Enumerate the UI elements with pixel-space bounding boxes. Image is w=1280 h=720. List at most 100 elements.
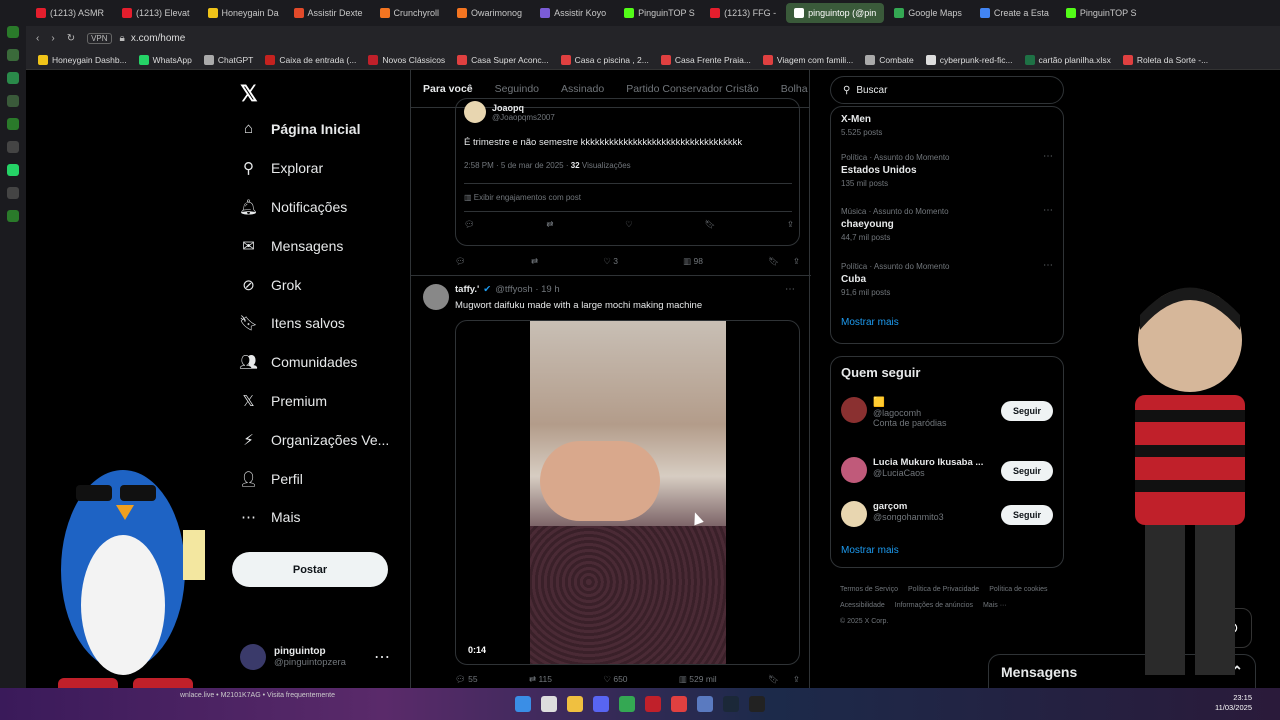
- timeline-tab[interactable]: Para você: [423, 83, 473, 95]
- bookmark-item[interactable]: Honeygain Dashb...: [38, 54, 127, 65]
- follow-button[interactable]: Seguir: [1001, 461, 1053, 481]
- bookmark-item[interactable]: Roleta da Sorte -...: [1122, 54, 1208, 65]
- bookmark-item[interactable]: ChatGPT: [203, 54, 253, 65]
- clock[interactable]: 23:15 11/03/2025: [1215, 693, 1252, 713]
- timeline-tab[interactable]: Partido Conservador Cristão: [626, 83, 758, 95]
- nav-item-grok[interactable]: ⊘ Grok: [240, 276, 301, 294]
- retweet-button[interactable]: ⇄ 115: [529, 674, 552, 685]
- bookmark-icon[interactable]: 🔖︎: [704, 219, 715, 230]
- more-icon[interactable]: ⋯: [374, 647, 390, 667]
- browser-tab[interactable]: PinguinTOP S: [616, 3, 700, 23]
- app-icon[interactable]: [697, 696, 713, 712]
- chrome-icon[interactable]: [619, 696, 635, 712]
- timeline-tab[interactable]: Bolha A: [781, 83, 809, 95]
- bookmark-item[interactable]: WhatsApp: [138, 54, 192, 65]
- search-icon[interactable]: [541, 696, 557, 712]
- like-button[interactable]: ♡ 3: [603, 256, 618, 267]
- more-icon[interactable]: ⋯: [785, 284, 795, 295]
- trend-item[interactable]: Política · Assunto do Momento Estados Uni…: [841, 153, 950, 188]
- browser-tab[interactable]: Owarimonog: [449, 3, 530, 23]
- more-icon[interactable]: ⋯: [1043, 260, 1053, 271]
- retweet-icon[interactable]: ⇄: [531, 256, 538, 267]
- bookmark-item[interactable]: Combate: [865, 54, 914, 65]
- like-icon[interactable]: ♡: [625, 219, 633, 230]
- timeline-tab[interactable]: Seguindo: [495, 83, 539, 95]
- trend-item[interactable]: Música · Assunto do Momento chaeyoung 44,7…: [841, 207, 949, 242]
- browser-tab[interactable]: Assistir Koyo: [532, 3, 614, 23]
- bookmark-item[interactable]: Casa Frente Praia...: [660, 54, 751, 65]
- url-text[interactable]: x.com/home: [131, 33, 185, 44]
- nav-item-página-inicial[interactable]: ⌂ Página Inicial: [240, 120, 361, 137]
- views-button[interactable]: ▥ 98: [683, 256, 703, 267]
- app-icon[interactable]: [749, 696, 765, 712]
- browser-tab[interactable]: (1213) FFG -: [702, 3, 784, 23]
- app-icon[interactable]: [7, 95, 19, 107]
- follow-button[interactable]: Seguir: [1001, 505, 1053, 525]
- folder-icon[interactable]: [567, 696, 583, 712]
- footer-link[interactable]: Mais ···: [983, 598, 1007, 614]
- app-icon[interactable]: [7, 141, 19, 153]
- footer-link[interactable]: Política de Privacidade: [908, 582, 979, 598]
- footer-link[interactable]: Acessibilidade: [840, 598, 885, 614]
- browser-tab[interactable]: (1213) ASMR: [28, 3, 112, 23]
- post-author-handle[interactable]: @tffyosh · 19 h: [495, 284, 559, 295]
- browser-tab[interactable]: Create a Esta: [972, 3, 1056, 23]
- app-icon[interactable]: [671, 696, 687, 712]
- bookmark-item[interactable]: Viagem com famili...: [762, 54, 853, 65]
- retweet-icon[interactable]: ⇄: [546, 219, 553, 230]
- footer-link[interactable]: Informações de anúncios: [895, 598, 973, 614]
- steam-icon[interactable]: [723, 696, 739, 712]
- reload-icon[interactable]: ↻: [67, 33, 75, 44]
- reply-icon[interactable]: 💬︎: [455, 256, 466, 267]
- follow-suggestion[interactable]: 🟨 @lagocomh Conta de paródias: [841, 397, 947, 428]
- nav-item-perfil[interactable]: 👤︎ Perfil: [239, 470, 303, 488]
- browser-tab[interactable]: Honeygain Da: [200, 3, 284, 23]
- share-icon[interactable]: ⇪: [793, 256, 800, 267]
- video-player[interactable]: 0:14: [455, 320, 800, 665]
- post-button[interactable]: Postar: [232, 552, 388, 587]
- bookmark-item[interactable]: Novos Clássicos: [368, 54, 445, 65]
- nav-item-notificações[interactable]: 🔔︎ Notificações: [239, 198, 347, 216]
- browser-tab[interactable]: Assistir Dexte: [286, 3, 370, 23]
- follow-suggestion[interactable]: garçom @songohanmito3: [841, 501, 944, 527]
- engagements-link[interactable]: Exibir engajamentos com post: [474, 193, 581, 202]
- app-icon[interactable]: [7, 49, 19, 61]
- quoted-post[interactable]: Joaopq @Joaopqms2007 É trimestre e não s…: [455, 98, 800, 246]
- nav-item-itens-salvos[interactable]: 🔖︎ Itens salvos: [239, 314, 345, 332]
- browser-tab[interactable]: PinguinTOP S: [1058, 3, 1142, 23]
- trend-item[interactable]: X-Men 5.525 posts: [841, 111, 882, 137]
- views-button[interactable]: ▥ 529 mil: [679, 674, 717, 685]
- reply-button[interactable]: 💬︎ 55: [455, 674, 478, 685]
- nav-item-comunidades[interactable]: 👥︎ Comunidades: [239, 353, 357, 371]
- nav-item-premium[interactable]: 𝕏 Premium: [240, 392, 327, 410]
- share-icon[interactable]: ⇪: [793, 674, 800, 685]
- nav-item-mais[interactable]: ⋯ Mais: [240, 508, 301, 526]
- bookmark-icon[interactable]: 🔖︎: [768, 256, 779, 267]
- footer-link[interactable]: © 2025 X Corp.: [840, 614, 888, 630]
- follow-suggestion[interactable]: Lucia Mukuro Ikusaba ... @LuciaCaos: [841, 457, 983, 483]
- bookmark-item[interactable]: cyberpunk-red-fic...: [925, 54, 1013, 65]
- nav-item-explorar[interactable]: ⚲ Explorar: [240, 159, 323, 177]
- like-button[interactable]: ♡ 650: [603, 674, 627, 685]
- discord-icon[interactable]: [593, 696, 609, 712]
- bookmark-icon[interactable]: 🔖︎: [768, 674, 779, 685]
- windows-start-icon[interactable]: [515, 696, 531, 712]
- app-icon[interactable]: [7, 187, 19, 199]
- show-more-link[interactable]: Mostrar mais: [841, 317, 899, 328]
- nav-item-mensagens[interactable]: ✉ Mensagens: [240, 237, 343, 255]
- vpn-badge[interactable]: VPN: [87, 32, 112, 44]
- whatsapp-icon[interactable]: [7, 164, 19, 176]
- app-icon[interactable]: [7, 210, 19, 222]
- bookmark-item[interactable]: cartão planilha.xlsx: [1024, 54, 1111, 65]
- search-input[interactable]: ⚲ Buscar: [830, 76, 1064, 104]
- reply-icon[interactable]: 💬︎: [464, 219, 475, 230]
- post-author-name[interactable]: taffy.': [455, 284, 479, 295]
- bookmark-item[interactable]: Casa Super Aconc...: [457, 54, 549, 65]
- more-icon[interactable]: ⋯: [1043, 151, 1053, 162]
- trend-item[interactable]: Política · Assunto do Momento Cuba 91,6 mi…: [841, 262, 950, 297]
- app-icon[interactable]: [7, 72, 19, 84]
- app-icon[interactable]: [7, 26, 19, 38]
- back-icon[interactable]: ‹: [36, 33, 39, 44]
- forward-icon[interactable]: ›: [51, 33, 54, 44]
- more-icon[interactable]: ⋯: [1043, 205, 1053, 216]
